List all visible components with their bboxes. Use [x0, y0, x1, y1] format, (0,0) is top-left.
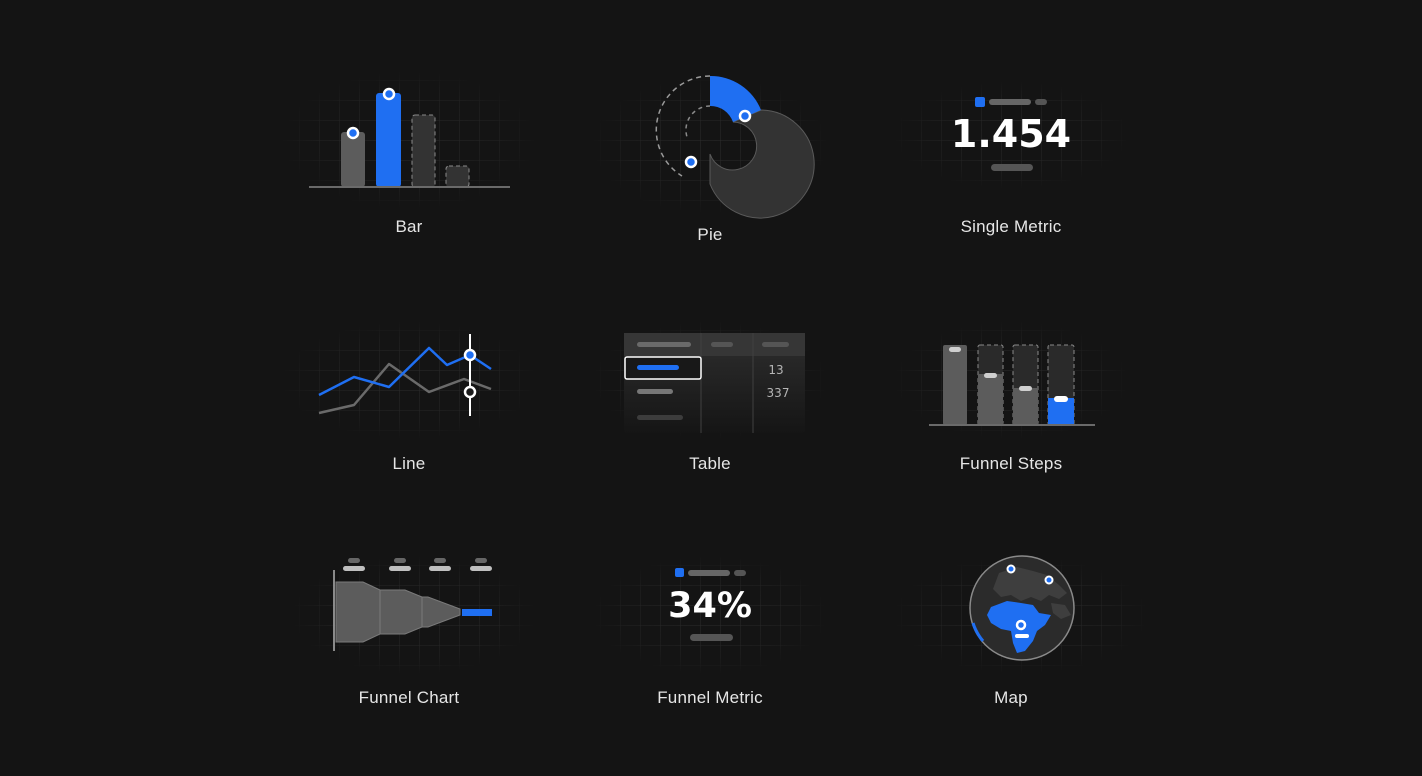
single-metric-card[interactable]: 1.454 Single Metric [861, 60, 1161, 250]
table-header-cell [762, 342, 789, 347]
table-selected-bar [637, 365, 679, 370]
single-metric-label: Single Metric [960, 217, 1062, 236]
funnel-step-2 [978, 374, 1003, 425]
funnel-chart-segment-2 [379, 589, 423, 635]
metric-skeleton-line [688, 570, 730, 576]
bar-card[interactable]: Bar [259, 60, 559, 250]
table-header-cell [637, 342, 691, 347]
bar-1 [341, 132, 365, 187]
funnel-chart-step-label [343, 566, 365, 571]
funnel-steps-label: Funnel Steps [959, 454, 1063, 473]
bar-point-1 [346, 126, 360, 140]
map-point [1044, 575, 1054, 585]
pie-point-1 [738, 109, 752, 123]
line-card[interactable]: Line [259, 310, 559, 490]
table-cell-value: 337 [767, 386, 790, 400]
metric-skeleton-line [690, 634, 733, 641]
bar-label: Bar [395, 217, 423, 236]
line-point-blue [463, 348, 477, 362]
table-header-cell [711, 342, 733, 347]
funnel-metric-card[interactable]: 34% Funnel Metric [560, 545, 860, 725]
single-metric-value: 1.454 [951, 112, 1071, 156]
bar-2 [376, 93, 401, 187]
table-row-cell [637, 389, 673, 394]
funnel-chart-card[interactable]: Funnel Chart [259, 545, 559, 725]
table-row-cell [637, 415, 683, 420]
funnel-step-4 [1048, 398, 1074, 425]
map-label: Map [994, 688, 1028, 707]
table-label: Table [689, 454, 731, 473]
map-point [1015, 619, 1027, 631]
funnel-chart-label: Funnel Chart [358, 688, 460, 707]
funnel-step-3 [1013, 388, 1038, 425]
funnel-chart-step-label [389, 566, 411, 571]
funnel-steps-card[interactable]: Funnel Steps [861, 310, 1161, 490]
metric-skeleton-line [991, 164, 1033, 171]
bar-point-2 [382, 87, 396, 101]
metric-skeleton-line [1035, 99, 1047, 105]
funnel-chart-step-label [470, 566, 492, 571]
table-card[interactable]: 13 337 Table [560, 310, 860, 490]
map-point [1006, 564, 1016, 574]
line-label: Line [392, 454, 426, 473]
map-card[interactable]: Map [861, 545, 1161, 725]
bar-3 [411, 114, 436, 188]
funnel-step-1 [943, 345, 967, 425]
metric-skeleton-line [734, 570, 746, 576]
funnel-chart-segment-4 [462, 609, 492, 616]
line-point-gray [463, 385, 477, 399]
funnel-step-marker [984, 373, 997, 378]
funnel-step-marker [1054, 396, 1068, 402]
funnel-step-marker [1019, 386, 1032, 391]
funnel-chart-step-label [429, 566, 451, 571]
funnel-metric-label: Funnel Metric [657, 688, 763, 707]
pie-label: Pie [697, 225, 723, 244]
funnel-step-marker [949, 347, 961, 352]
metric-skeleton-line [989, 99, 1031, 105]
metric-accent-square [975, 97, 985, 107]
funnel-metric-value: 34% [668, 586, 752, 626]
map-point-label [1015, 634, 1029, 638]
pie-card[interactable]: Pie [560, 60, 860, 260]
funnel-chart-segment-1 [335, 581, 381, 643]
bar-4 [445, 165, 470, 188]
pie-point-2 [684, 155, 698, 169]
table-cell-value: 13 [768, 363, 783, 377]
metric-accent-square [675, 568, 684, 577]
